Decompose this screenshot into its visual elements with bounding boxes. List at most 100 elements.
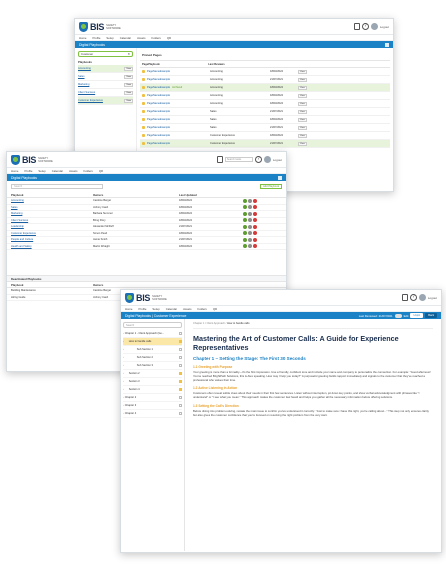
- bis-logo[interactable]: BIS SAFETY SOFTWARE: [125, 292, 167, 303]
- nav-setup[interactable]: Setup: [38, 169, 45, 173]
- checkbox-icon[interactable]: [179, 388, 182, 391]
- delete-icon[interactable]: [253, 237, 257, 242]
- checkbox-icon[interactable]: [179, 380, 182, 383]
- page-link[interactable]: PageNameExample: [147, 126, 170, 129]
- playbook-link[interactable]: Marketing: [11, 212, 22, 215]
- view-button[interactable]: View: [298, 85, 307, 90]
- chevron-icon[interactable]: ›: [123, 340, 124, 343]
- page-link[interactable]: PageNameExample: [147, 110, 170, 113]
- playbook-list-item[interactable]: Customer Experience View: [78, 97, 133, 105]
- bis-logo[interactable]: BIS SAFETY SOFTWARE: [11, 154, 53, 165]
- edit-toggle[interactable]: [394, 313, 402, 318]
- edit-icon[interactable]: [243, 244, 247, 249]
- view-button[interactable]: View: [298, 133, 307, 138]
- nav-profile[interactable]: Profile: [24, 169, 32, 173]
- chevron-icon[interactable]: ›: [123, 348, 124, 351]
- view-button[interactable]: View: [298, 69, 307, 74]
- tree-item[interactable]: › Chapter 2: [123, 394, 182, 402]
- pin-icon[interactable]: [179, 340, 182, 343]
- settings-icon[interactable]: [248, 237, 252, 242]
- tree-item[interactable]: › Chapter 1 - Client Approach (Ge...: [123, 330, 182, 338]
- back-button[interactable]: Back: [425, 313, 437, 318]
- view-button[interactable]: View: [298, 77, 307, 82]
- nav-profile[interactable]: Profile: [92, 36, 100, 40]
- avatar[interactable]: [418, 294, 426, 301]
- playbook-name[interactable]: Marketing: [78, 83, 89, 86]
- document-icon[interactable]: [353, 23, 360, 30]
- nav-folders[interactable]: Folders: [83, 169, 92, 173]
- delete-icon[interactable]: [253, 198, 257, 203]
- tree-item[interactable]: › How to handle calls: [123, 338, 182, 346]
- playbook-list-item[interactable]: Client Success View: [78, 89, 133, 97]
- pin-icon[interactable]: [142, 94, 145, 97]
- checkbox-icon[interactable]: [179, 412, 182, 415]
- tree-item[interactable]: › Sub Section 3: [123, 362, 182, 370]
- pin-icon[interactable]: [142, 134, 145, 137]
- edit-icon[interactable]: [243, 231, 247, 236]
- playbook-name[interactable]: Customer Experience: [78, 99, 103, 102]
- nav-qr[interactable]: QR: [213, 307, 217, 311]
- nav-folders[interactable]: Folders: [151, 36, 160, 40]
- tree-item[interactable]: › Chapter 3: [123, 402, 182, 410]
- view-button[interactable]: View: [298, 125, 307, 130]
- chevron-icon[interactable]: ›: [123, 388, 124, 391]
- playbook-link[interactable]: Customer Experience: [11, 232, 36, 235]
- nav-calendar[interactable]: Calendar: [52, 169, 63, 173]
- playbook-search-input[interactable]: Customer ✕: [78, 51, 133, 57]
- logout-link[interactable]: Logout: [428, 296, 437, 300]
- settings-icon[interactable]: [248, 205, 252, 210]
- playbook-link[interactable]: Health and Safety: [11, 245, 32, 248]
- clear-icon[interactable]: ✕: [127, 52, 130, 56]
- playbook-list-item[interactable]: Accounting View: [78, 65, 133, 73]
- view-button[interactable]: View: [124, 82, 133, 87]
- playbook-name[interactable]: Client Success: [78, 91, 95, 94]
- settings-icon[interactable]: [248, 198, 252, 203]
- info-icon[interactable]: [385, 42, 389, 47]
- info-icon[interactable]: [278, 175, 282, 180]
- nav-profile[interactable]: Profile: [138, 307, 146, 311]
- tree-item[interactable]: › Sub Section 2: [123, 354, 182, 362]
- playbook-list-item[interactable]: Sales View: [78, 73, 133, 81]
- playbook-link[interactable]: Accounting: [11, 199, 24, 202]
- checkbox-icon[interactable]: [179, 356, 182, 359]
- pin-icon[interactable]: [142, 110, 145, 113]
- nav-assets[interactable]: Assets: [137, 36, 145, 40]
- pin-icon[interactable]: [142, 118, 145, 121]
- pin-icon[interactable]: [142, 78, 145, 81]
- crumb-chapter[interactable]: Chapter 1: [193, 322, 204, 325]
- checkbox-icon[interactable]: [179, 364, 182, 367]
- chevron-icon[interactable]: ›: [123, 364, 124, 367]
- nav-home[interactable]: Home: [79, 36, 86, 40]
- page-link[interactable]: PageNameExample: [147, 94, 170, 97]
- page-link[interactable]: PageNameExample: [147, 102, 170, 105]
- page-link[interactable]: PageNameExample: [147, 134, 170, 137]
- chevron-icon[interactable]: ›: [123, 372, 124, 375]
- edit-icon[interactable]: [243, 224, 247, 229]
- chevron-icon[interactable]: ›: [123, 412, 124, 415]
- nav-assets[interactable]: Assets: [183, 307, 191, 311]
- checkbox-icon[interactable]: [179, 348, 182, 351]
- nav-assets[interactable]: Assets: [69, 169, 77, 173]
- pin-icon[interactable]: [142, 86, 145, 89]
- page-link[interactable]: PageNameExample: [147, 70, 170, 73]
- nav-home[interactable]: Home: [11, 169, 18, 173]
- help-icon[interactable]: ?: [254, 156, 262, 163]
- delete-icon[interactable]: [253, 218, 257, 223]
- delete-icon[interactable]: [253, 231, 257, 236]
- edit-icon[interactable]: [243, 198, 247, 203]
- playbook-link[interactable]: People and Culture: [11, 238, 33, 241]
- playbook-list-item[interactable]: Marketing View: [78, 81, 133, 89]
- pin-icon[interactable]: [142, 102, 145, 105]
- settings-icon[interactable]: [248, 218, 252, 223]
- view-button[interactable]: View: [124, 90, 133, 95]
- settings-icon[interactable]: [248, 244, 252, 249]
- chevron-icon[interactable]: ›: [123, 404, 124, 407]
- nav-setup[interactable]: Setup: [106, 36, 113, 40]
- view-button[interactable]: View: [298, 101, 307, 106]
- edit-icon[interactable]: [243, 211, 247, 216]
- settings-icon[interactable]: [248, 211, 252, 216]
- view-button[interactable]: View: [124, 66, 133, 71]
- playbook-name[interactable]: Sales: [78, 75, 85, 78]
- edit-icon[interactable]: [243, 205, 247, 210]
- pin-icon[interactable]: [142, 70, 145, 73]
